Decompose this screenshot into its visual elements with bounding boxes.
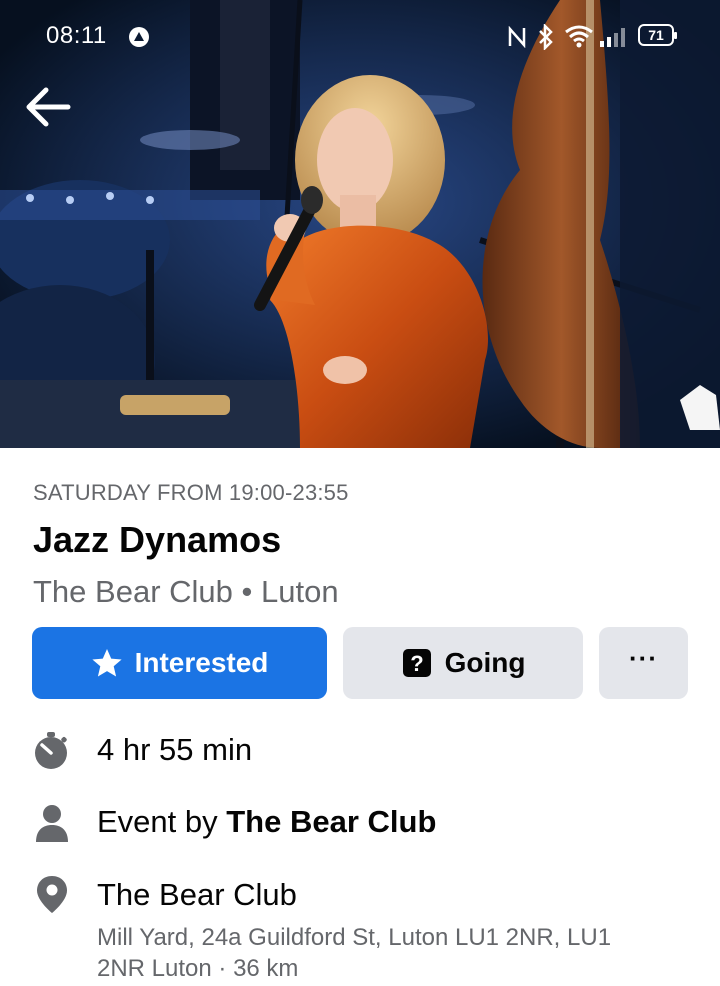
going-button[interactable]: ? Going [343,627,583,699]
event-title: Jazz Dynamos [33,519,282,560]
more-icon: ··· [629,643,658,673]
wifi-icon [565,25,593,48]
location-pin-icon [37,876,67,913]
more-options-button[interactable]: ··· [599,627,688,699]
battery-icon: 71 [638,24,677,46]
signal-icon [600,28,625,47]
location-name: The Bear Club [97,877,297,912]
duration-text: 4 hr 55 min [97,732,253,767]
host-name-link[interactable]: The Bear Club [226,804,436,839]
star-icon [91,649,122,677]
venue-separator: • [241,574,253,609]
venue-city: Luton [261,574,339,609]
event-venue-line: The Bear Club • Luton [33,574,339,610]
location-address: Mill Yard, 24a Guildford St, Luton LU1 2… [97,924,612,982]
question-icon: ? [402,649,431,677]
event-by-prefix: Event by [97,804,218,839]
svg-text:?: ? [410,651,423,676]
status-bar: 08:11 71 [0,0,720,72]
stopwatch-icon [35,732,67,769]
notification-icon [129,27,149,47]
interested-label: Interested [134,647,269,678]
status-time: 08:11 [46,22,107,49]
event-by-text: Event by The Bear Club [97,804,436,840]
back-arrow-icon[interactable] [22,84,74,130]
going-label: Going [444,647,526,678]
interested-button[interactable]: Interested [32,627,327,699]
bluetooth-icon [539,24,553,50]
person-icon [36,805,68,842]
event-date-time: SATURDAY FROM 19:00-23:55 [33,480,349,505]
nfc-icon [508,26,526,48]
venue-name[interactable]: The Bear Club [33,574,233,609]
